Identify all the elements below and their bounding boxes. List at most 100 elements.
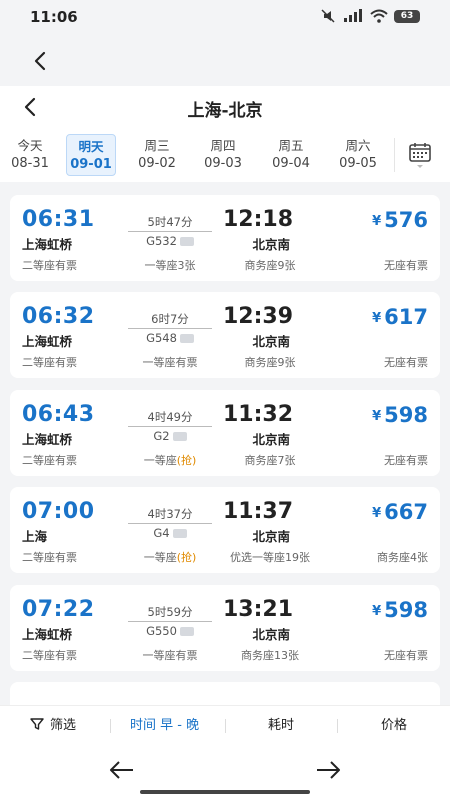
train-number-wrap: G550: [125, 624, 215, 638]
seat-business-class: 商务座9张: [244, 356, 296, 369]
date-day: 09-02: [138, 156, 176, 171]
train-number-wrap: G2: [125, 429, 215, 443]
arrow-right-icon[interactable]: [313, 755, 343, 785]
price-value: 667: [384, 500, 428, 524]
header: 上海-北京 今天 08-31 明天 09-01 周三 09-02 周四 09-0…: [0, 86, 450, 182]
departure-time: 07:00: [22, 499, 95, 524]
seat-business-class: 商务座9张: [244, 259, 296, 272]
status-bar: 11:06 63: [0, 0, 450, 34]
filter-separator: [110, 719, 111, 733]
departure-time: 06:31: [22, 207, 95, 232]
yen-symbol: ¥: [372, 214, 382, 229]
status-icons: 63: [320, 9, 420, 23]
price-value: 576: [384, 208, 428, 232]
sort-by-duration-button[interactable]: 耗时: [268, 716, 294, 736]
train-number: G532: [146, 234, 177, 248]
travel-duration: 5时59分: [147, 605, 193, 619]
ticket-price: ¥667: [372, 500, 428, 524]
battery-icon: 63: [394, 9, 420, 23]
seat-first-class-text: 一等座: [143, 551, 177, 564]
train-card[interactable]: 06:43 上海虹桥 4时49分 G2 11:32 北京南 ¥598 二等座有票…: [10, 390, 440, 476]
back-icon[interactable]: [28, 48, 54, 74]
status-time: 11:06: [30, 8, 78, 26]
train-number-wrap: G532: [125, 234, 215, 248]
date-day: 09-03: [204, 156, 242, 171]
seat-second-class: 二等座有票: [22, 551, 77, 564]
seat-premium-first-class: 优选一等座19张: [230, 551, 310, 564]
seat-first-class: 一等座有票: [120, 647, 220, 663]
date-week: 今天: [17, 138, 43, 153]
departure-time: 07:22: [22, 597, 95, 622]
date-week: 明天: [78, 139, 104, 154]
duration-line: [128, 523, 212, 524]
date-day: 09-04: [272, 156, 310, 171]
arrival-station: 北京南: [252, 529, 290, 544]
wifi-icon: [370, 9, 388, 23]
seat-business-class: 商务座13张: [241, 649, 299, 662]
train-card[interactable]: 06:32 上海虹桥 6时7分 G548 12:39 北京南 ¥617 二等座有…: [10, 292, 440, 378]
train-card[interactable]: 07:22 上海虹桥 5时59分 G550 13:21 北京南 ¥598 二等座…: [10, 585, 440, 671]
seat-first-class-text: 一等座有票: [142, 649, 198, 662]
date-week: 周五: [278, 138, 304, 153]
sort-by-price-button[interactable]: 价格: [381, 716, 407, 736]
filter-separator: [337, 719, 338, 733]
seat-first-class: 一等座有票: [120, 354, 220, 370]
ticket-price: ¥598: [372, 598, 428, 622]
train-tag-icon: [179, 334, 194, 343]
date-tab-5[interactable]: 周六 09-05: [328, 134, 388, 176]
seat-first-class: 一等座3张: [120, 257, 220, 273]
departure-station: 上海虹桥: [22, 627, 73, 642]
departure-time: 06:32: [22, 304, 95, 329]
filter-button[interactable]: 筛选: [30, 716, 76, 736]
arrival-time: 13:21: [222, 597, 294, 622]
date-tab-0[interactable]: 今天 08-31: [0, 134, 60, 176]
arrival-station: 北京南: [252, 627, 290, 642]
yen-symbol: ¥: [372, 409, 382, 424]
seat-first-class-text: 一等座: [143, 454, 177, 467]
seat-second-class: 二等座有票: [22, 649, 77, 662]
date-week: 周六: [345, 138, 371, 153]
train-card[interactable]: 06:31 上海虹桥 5时47分 G532 12:18 北京南 ¥576 二等座…: [10, 195, 440, 281]
seat-standing: 无座有票: [384, 356, 428, 369]
arrival-time: 12:39: [222, 304, 294, 329]
train-number: G4: [153, 526, 170, 540]
arrival-time: 11:37: [222, 499, 294, 524]
price-value: 598: [384, 403, 428, 427]
calendar-divider: [394, 138, 395, 172]
date-tab-2[interactable]: 周三 09-02: [127, 134, 187, 176]
date-week: 周三: [144, 138, 170, 153]
sort-by-time-button[interactable]: 时间 早 - 晚: [130, 716, 199, 736]
date-selector: 今天 08-31 明天 09-01 周三 09-02 周四 09-03 周五 0…: [0, 134, 400, 178]
departure-station: 上海虹桥: [22, 334, 73, 349]
date-tab-1[interactable]: 明天 09-01: [66, 134, 116, 176]
seat-business-class: 商务座7张: [244, 454, 296, 467]
train-tag-icon: [172, 432, 187, 441]
date-day: 09-01: [70, 157, 112, 172]
date-week: 周四: [210, 138, 236, 153]
yen-symbol: ¥: [372, 604, 382, 619]
duration-line: [128, 231, 212, 232]
seat-second-class: 二等座有票: [22, 454, 77, 467]
duration-line: [128, 328, 212, 329]
departure-station: 上海虹桥: [22, 432, 73, 447]
arrival-time: 12:18: [222, 207, 294, 232]
date-tab-3[interactable]: 周四 09-03: [193, 134, 253, 176]
departure-station: 上海: [22, 529, 48, 544]
train-card[interactable]: 07:00 上海 4时37分 G4 11:37 北京南 ¥667 二等座有票 一…: [10, 487, 440, 573]
travel-duration: 4时37分: [147, 507, 193, 521]
seat-first-class-text: 一等座有票: [142, 356, 198, 369]
seat-second-class: 二等座有票: [22, 356, 77, 369]
train-number: G548: [146, 331, 177, 345]
home-indicator[interactable]: [140, 790, 310, 794]
seat-first-class: 一等座(抢): [120, 549, 220, 565]
ticket-price: ¥576: [372, 208, 428, 232]
arrow-left-icon[interactable]: [107, 755, 137, 785]
date-day: 09-05: [339, 156, 377, 171]
mute-icon: [321, 9, 335, 23]
departure-station: 上海虹桥: [22, 237, 73, 252]
train-number: G2: [153, 429, 170, 443]
calendar-icon[interactable]: [402, 138, 438, 174]
seat-standing: 无座有票: [384, 649, 428, 662]
date-tab-4[interactable]: 周五 09-04: [261, 134, 321, 176]
train-number-wrap: G548: [125, 331, 215, 345]
